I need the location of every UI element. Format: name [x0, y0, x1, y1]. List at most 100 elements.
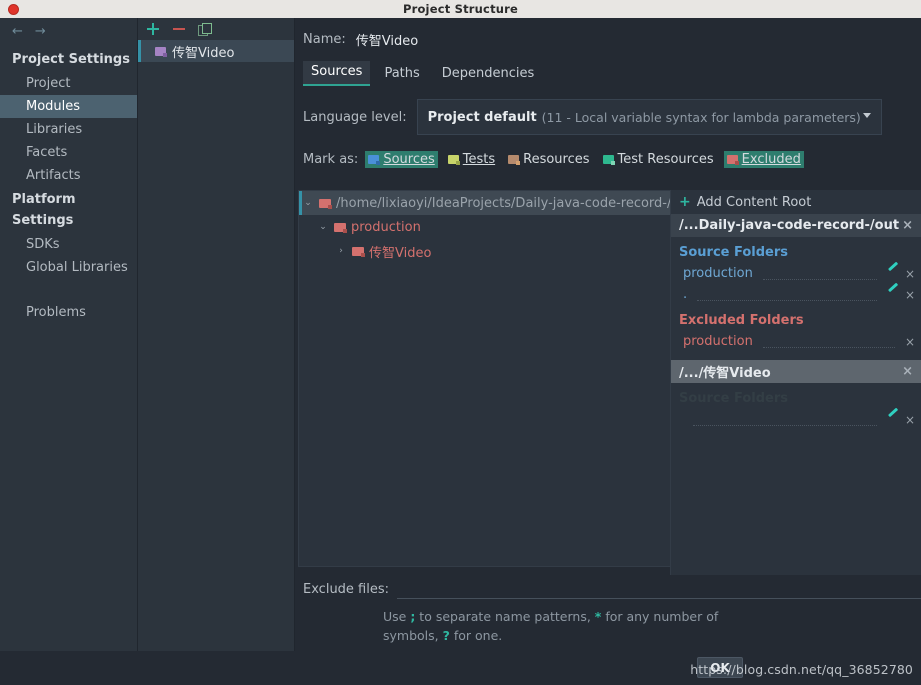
- edit-pencil-icon[interactable]: [887, 289, 899, 301]
- module-folder-icon: [155, 46, 167, 57]
- sidebar-group-platform-settings: Platform Settings: [12, 192, 76, 228]
- module-editor-panel: Name: 传智Video Sources Paths Dependencies…: [295, 18, 921, 685]
- tab-sources[interactable]: Sources: [303, 61, 371, 86]
- dotted-separator: [693, 414, 877, 426]
- excluded-folders-title: Excluded Folders: [679, 313, 804, 328]
- module-name-label: Name:: [303, 32, 346, 47]
- sidebar-item-global-libraries[interactable]: Global Libraries: [0, 256, 137, 279]
- resources-folder-icon: [508, 155, 521, 165]
- dotted-separator: [762, 336, 895, 348]
- test-resources-folder-icon: [602, 155, 615, 165]
- close-window-button[interactable]: [8, 4, 19, 15]
- source-folder-row[interactable]: . ×: [671, 284, 921, 305]
- chevron-expanded-icon[interactable]: ⌄: [302, 198, 314, 208]
- exclude-files-input[interactable]: [397, 579, 921, 599]
- forward-arrow-icon[interactable]: →: [35, 24, 46, 39]
- window-title: Project Structure: [402, 2, 519, 16]
- add-module-icon[interactable]: [146, 22, 160, 36]
- module-tabs: Sources Paths Dependencies: [295, 49, 921, 86]
- sidebar-item-modules[interactable]: Modules: [0, 95, 137, 118]
- content-root-title: /.../传智Video: [679, 366, 771, 381]
- remove-excluded-folder-icon[interactable]: ×: [905, 335, 915, 349]
- sidebar-item-sdks[interactable]: SDKs: [0, 233, 137, 256]
- mark-as-resources-label: Resources: [523, 152, 590, 167]
- source-folder-name: .: [683, 287, 688, 302]
- title-bar: Project Structure: [0, 0, 921, 18]
- edit-pencil-icon[interactable]: [887, 268, 899, 280]
- module-list-item-label: 传智Video: [172, 45, 235, 61]
- sidebar-item-project[interactable]: Project: [0, 72, 137, 95]
- excluded-folder-row[interactable]: production ×: [671, 331, 921, 352]
- dotted-separator: [697, 289, 877, 301]
- language-level-combobox[interactable]: Project default (11 - Local variable syn…: [416, 99, 882, 135]
- content-root-title: /...Daily-java-code-record-/out: [679, 218, 900, 233]
- language-level-label: Language level:: [303, 109, 407, 125]
- hint-token-question: ?: [442, 628, 450, 643]
- folder-icon: [319, 198, 332, 209]
- exclude-files-hint: Use ; to separate name patterns, * for a…: [298, 599, 728, 645]
- back-arrow-icon[interactable]: ←: [12, 24, 23, 39]
- sidebar-item-artifacts[interactable]: Artifacts: [0, 164, 137, 187]
- add-content-root-button[interactable]: + Add Content Root: [671, 190, 921, 214]
- dotted-separator: [762, 268, 877, 280]
- excluded-folder-name: production: [683, 334, 753, 349]
- chevron-down-icon[interactable]: [862, 113, 871, 118]
- source-folders-title: Source Folders: [679, 245, 789, 260]
- remove-source-folder-icon[interactable]: ×: [905, 413, 915, 427]
- mark-as-excluded-label: Excluded: [741, 152, 801, 167]
- mark-as-sources-label: Sources: [383, 152, 435, 167]
- content-root-header[interactable]: /.../传智Video ×: [671, 360, 921, 383]
- exclude-files-label: Exclude files:: [303, 581, 390, 597]
- folder-icon: [352, 246, 365, 257]
- mark-as-tests-label: Tests: [462, 152, 496, 167]
- mark-as-sources-button[interactable]: Sources: [365, 151, 438, 168]
- language-level-row: Language level: Project default (11 - Lo…: [295, 86, 921, 135]
- remove-source-folder-icon[interactable]: ×: [905, 267, 915, 281]
- mark-as-tests-button[interactable]: Tests: [445, 151, 498, 168]
- tree-row-label: production: [351, 219, 421, 235]
- sidebar-item-facets[interactable]: Facets: [0, 141, 137, 164]
- hint-text-1: Use: [383, 609, 411, 624]
- chevron-expanded-icon[interactable]: ⌄: [317, 222, 329, 232]
- tree-row-label: 传智Video: [369, 245, 432, 261]
- language-level-value: Project default: [427, 109, 537, 125]
- sources-folder-icon: [368, 155, 381, 165]
- sidebar-item-libraries[interactable]: Libraries: [0, 118, 137, 141]
- module-name-value[interactable]: 传智Video: [356, 30, 418, 49]
- tab-dependencies[interactable]: Dependencies: [434, 63, 543, 86]
- hint-text-4: for one.: [449, 628, 503, 643]
- remove-content-root-icon[interactable]: ×: [902, 364, 913, 379]
- chevron-collapsed-icon[interactable]: ›: [335, 246, 347, 256]
- mark-as-excluded-button[interactable]: Excluded: [723, 151, 804, 168]
- plus-icon: +: [679, 194, 691, 210]
- sidebar-nav-arrows: ← →: [0, 18, 137, 47]
- mark-as-test-resources-button[interactable]: Test Resources: [600, 151, 717, 168]
- tests-folder-icon: [447, 155, 460, 165]
- tab-paths[interactable]: Paths: [376, 63, 427, 86]
- modules-list-panel: 传智Video: [138, 18, 295, 685]
- module-list-item[interactable]: 传智Video: [138, 40, 294, 62]
- mark-as-resources-button[interactable]: Resources: [505, 151, 592, 168]
- edit-pencil-icon[interactable]: [887, 414, 899, 426]
- dialog-body: ← → Project Settings Project Modules Lib…: [0, 18, 921, 685]
- language-level-detail: (11 - Local variable syntax for lambda p…: [541, 109, 861, 125]
- copy-module-icon[interactable]: [198, 22, 212, 36]
- sidebar-item-problems[interactable]: Problems: [0, 301, 137, 324]
- remove-module-icon[interactable]: [172, 22, 186, 36]
- dialog-bottom-bar: OK https://blog.csdn.net/qq_36852780: [0, 651, 921, 685]
- source-folder-row[interactable]: production ×: [671, 263, 921, 284]
- mark-as-row: Mark as: Sources Tests Resources Test Re…: [295, 135, 921, 168]
- exclude-files-section: Exclude files: Use ; to separate name pa…: [298, 579, 921, 645]
- remove-source-folder-icon[interactable]: ×: [905, 288, 915, 302]
- mark-as-label: Mark as:: [303, 152, 359, 167]
- content-root-header[interactable]: /...Daily-java-code-record-/out ×: [671, 214, 921, 237]
- content-root-details-panel: + Add Content Root /...Daily-java-code-r…: [670, 190, 921, 575]
- source-folders-title: Source Folders: [679, 391, 789, 406]
- sidebar-group-project-settings: Project Settings: [12, 52, 130, 67]
- settings-sidebar: ← → Project Settings Project Modules Lib…: [0, 18, 138, 685]
- modules-toolbar: [138, 18, 294, 40]
- remove-content-root-icon[interactable]: ×: [902, 218, 913, 233]
- source-folder-row[interactable]: ×: [671, 409, 921, 430]
- hint-text-2: to separate name patterns,: [415, 609, 595, 624]
- tree-row-label: /home/lixiaoyi/IdeaProjects/Daily-java-c…: [336, 195, 693, 211]
